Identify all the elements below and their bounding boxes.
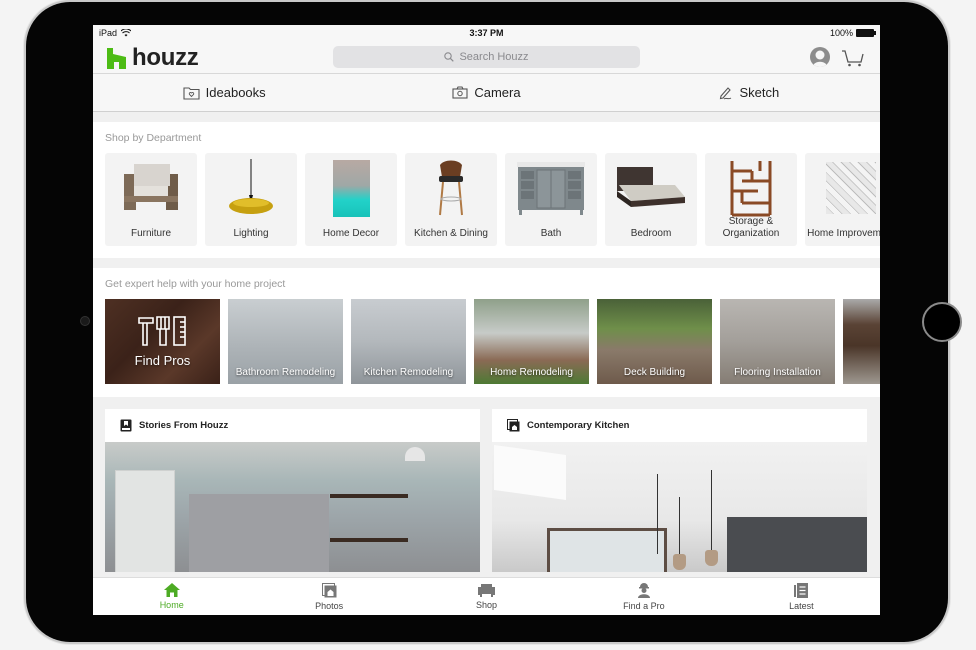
department-label: Bedroom <box>630 228 672 239</box>
department-home-decor[interactable]: Home Decor <box>305 153 397 246</box>
device-name: iPad <box>99 27 118 38</box>
department-storage-organization[interactable]: Storage & Organization <box>705 153 797 246</box>
nav-label: Find a Pro <box>623 601 665 611</box>
wifi-icon <box>121 28 132 36</box>
cart-icon[interactable] <box>841 48 865 68</box>
department-label: Furniture <box>130 228 171 239</box>
bedroom-image <box>617 167 685 207</box>
shop-by-department-section: Shop by Department Furniture Lighting Ho… <box>93 122 880 258</box>
department-carousel[interactable]: Furniture Lighting Home Decor Kitchen & … <box>105 153 880 246</box>
tab-label: Camera <box>474 85 521 100</box>
nav-label: Latest <box>789 600 814 611</box>
pro-category-carousel[interactable]: Find Pros Bathroom Remodeling Kitchen Re… <box>105 299 880 384</box>
department-bath[interactable]: Bath <box>505 153 597 246</box>
stories-card[interactable]: Stories From Houzz <box>105 409 480 572</box>
profile-avatar-icon[interactable] <box>810 47 830 67</box>
pro-tile-kitchen-remodeling[interactable]: Kitchen Remodeling <box>351 299 466 384</box>
storage-image <box>730 161 772 217</box>
pro-tile-label: Deck Building <box>623 367 686 378</box>
card-title: Stories From Houzz <box>139 420 229 431</box>
stories-card-image <box>105 442 480 572</box>
department-label: Lighting <box>233 228 269 239</box>
tab-ideabooks[interactable]: Ideabooks <box>93 74 355 111</box>
latest-icon <box>794 582 809 598</box>
nav-photos[interactable]: Photos <box>250 578 407 615</box>
battery-icon <box>856 28 876 37</box>
ideabook-icon <box>183 86 200 100</box>
nav-latest[interactable]: Latest <box>723 578 880 615</box>
home-decor-image <box>332 159 370 217</box>
department-label: Home Improvement <box>807 228 880 239</box>
search-input[interactable]: Search Houzz <box>333 46 640 68</box>
battery-percent: 100% <box>829 27 853 38</box>
department-label: Bath <box>540 228 562 239</box>
find-pro-icon <box>637 583 650 598</box>
bottom-tab-bar: Home Photos Shop Find a Pro Latest <box>93 577 880 615</box>
bath-image <box>517 162 585 215</box>
kitchen-card-image <box>492 442 867 572</box>
department-label: Storage & Organization <box>722 216 780 239</box>
expert-help-section: Get expert help with your home project F… <box>93 268 880 397</box>
nav-label: Home <box>159 600 184 610</box>
logo-text: houzz <box>132 44 199 71</box>
pro-tile-label: Kitchen Remodeling <box>363 367 454 378</box>
feature-tabs: Ideabooks Camera Sketch <box>93 74 880 112</box>
front-camera <box>80 316 90 326</box>
status-bar: iPad 3:37 PM 100% <box>93 25 880 40</box>
home-improvement-image <box>826 162 876 214</box>
houzz-logo-mark-icon <box>107 47 126 69</box>
pro-tile-deck-building[interactable]: Deck Building <box>597 299 712 384</box>
pro-tile-label: Flooring Installation <box>734 367 821 378</box>
department-label: Home Decor <box>322 228 380 239</box>
camera-icon <box>452 86 468 99</box>
furniture-image <box>124 164 178 210</box>
nav-find-a-pro[interactable]: Find a Pro <box>565 578 722 615</box>
shop-icon <box>478 584 496 597</box>
photos-icon <box>321 582 337 597</box>
nav-label: Shop <box>476 600 498 610</box>
home-hardware-button[interactable] <box>922 302 962 342</box>
kitchen-dining-image <box>439 160 463 216</box>
tab-camera[interactable]: Camera <box>355 74 617 111</box>
section-title: Shop by Department <box>105 132 202 144</box>
photos-icon <box>507 419 520 432</box>
pro-tile-label: Home Remodeling <box>490 367 573 378</box>
search-placeholder: Search Houzz <box>459 51 529 63</box>
tab-label: Ideabooks <box>205 85 266 100</box>
pro-tile-label: Bathroom Remodeling <box>235 367 336 378</box>
nav-shop[interactable]: Shop <box>408 578 565 615</box>
department-lighting[interactable]: Lighting <box>205 153 297 246</box>
app-header: houzz Search Houzz <box>93 40 880 74</box>
department-furniture[interactable]: Furniture <box>105 153 197 246</box>
tools-icon <box>137 316 186 346</box>
department-bedroom[interactable]: Bedroom <box>605 153 697 246</box>
section-title: Get expert help with your home project <box>105 278 286 290</box>
app-screen: iPad 3:37 PM 100% houzz Search Houzz Ide… <box>93 25 880 615</box>
card-title: Contemporary Kitchen <box>527 420 630 431</box>
tab-sketch[interactable]: Sketch <box>618 74 880 111</box>
department-label: Kitchen & Dining <box>414 228 488 239</box>
home-icon <box>163 583 180 597</box>
nav-label: Photos <box>315 600 344 611</box>
pro-tile-label: Find Pros <box>134 353 191 368</box>
status-time: 3:37 PM <box>469 27 504 38</box>
pro-tile-home-remodeling[interactable]: Home Remodeling <box>474 299 589 384</box>
pro-tile-flooring-installation[interactable]: Flooring Installation <box>720 299 835 384</box>
houzz-logo[interactable]: houzz <box>107 44 199 71</box>
department-home-improvement[interactable]: Home Improvement <box>805 153 880 246</box>
pro-tile-bathroom-remodeling[interactable]: Bathroom Remodeling <box>228 299 343 384</box>
sketch-icon <box>720 86 732 99</box>
tab-label: Sketch <box>739 85 780 100</box>
contemporary-kitchen-card[interactable]: Contemporary Kitchen <box>492 409 867 572</box>
lighting-image <box>229 159 273 214</box>
pro-tile-fencing[interactable]: Fencing <box>843 299 880 384</box>
department-kitchen-dining[interactable]: Kitchen & Dining <box>405 153 497 246</box>
nav-home[interactable]: Home <box>93 578 250 615</box>
search-icon <box>444 52 455 62</box>
stories-icon <box>120 419 132 432</box>
find-pros-tile[interactable]: Find Pros <box>105 299 220 384</box>
feed-cards: Stories From Houzz Contemporary Kitchen <box>93 397 880 572</box>
